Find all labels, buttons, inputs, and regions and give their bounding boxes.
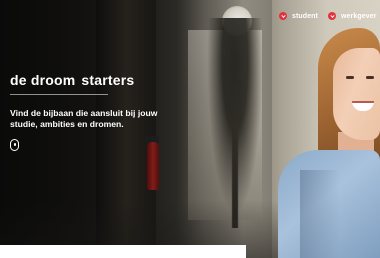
content-panel xyxy=(0,245,246,258)
nav-werkgever-link[interactable]: werkgever xyxy=(328,12,377,20)
brand-logo[interactable]: de droom starters xyxy=(10,72,134,88)
brand-word-2: starters xyxy=(81,72,135,88)
chevron-down-icon xyxy=(328,12,336,20)
brand-word-1: de droom xyxy=(10,72,76,88)
nav-student-link[interactable]: student xyxy=(279,12,318,20)
nav-student-label: student xyxy=(292,12,318,20)
hero-tagline: Vind de bijbaan die aansluit bij jouw st… xyxy=(10,108,158,129)
nav-werkgever-label: werkgever xyxy=(341,12,377,20)
scroll-wheel-dot xyxy=(13,143,16,146)
chevron-down-icon xyxy=(279,12,287,20)
logo-divider xyxy=(10,94,108,95)
mouse-scroll-icon[interactable] xyxy=(10,139,19,151)
